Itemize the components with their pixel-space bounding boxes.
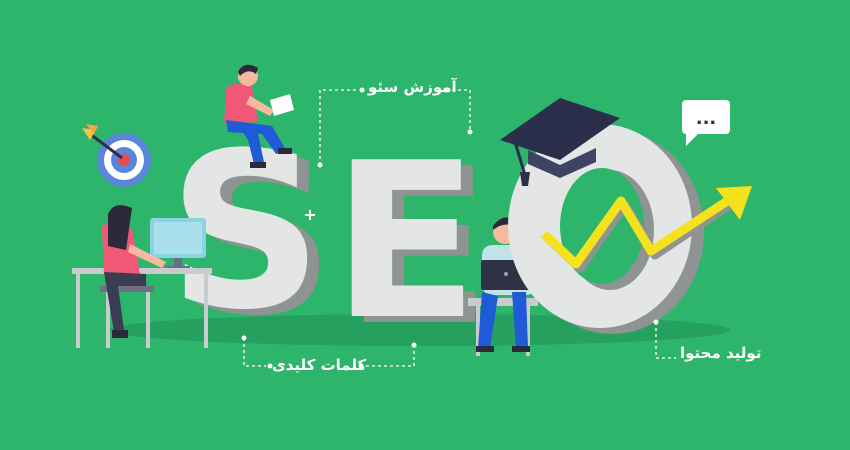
speech-bubble-icon: ... (682, 100, 730, 146)
illustration-canvas: S S E E ... (72, 64, 752, 373)
seo-illustration: S S E E ... آموزش سئو کلمات کلیدی تولید … (0, 0, 850, 450)
label-keywords: کلمات کلیدی (272, 356, 367, 374)
label-seo-training: آموزش سئو (368, 78, 457, 96)
stool (468, 298, 538, 306)
letter-e: E E (332, 116, 491, 373)
label-content-production: تولید محتوا (680, 344, 762, 362)
speech-bubble-text: ... (696, 108, 717, 129)
letter-e-face: E (332, 116, 479, 367)
target-icon (97, 133, 151, 187)
desk (72, 268, 212, 274)
